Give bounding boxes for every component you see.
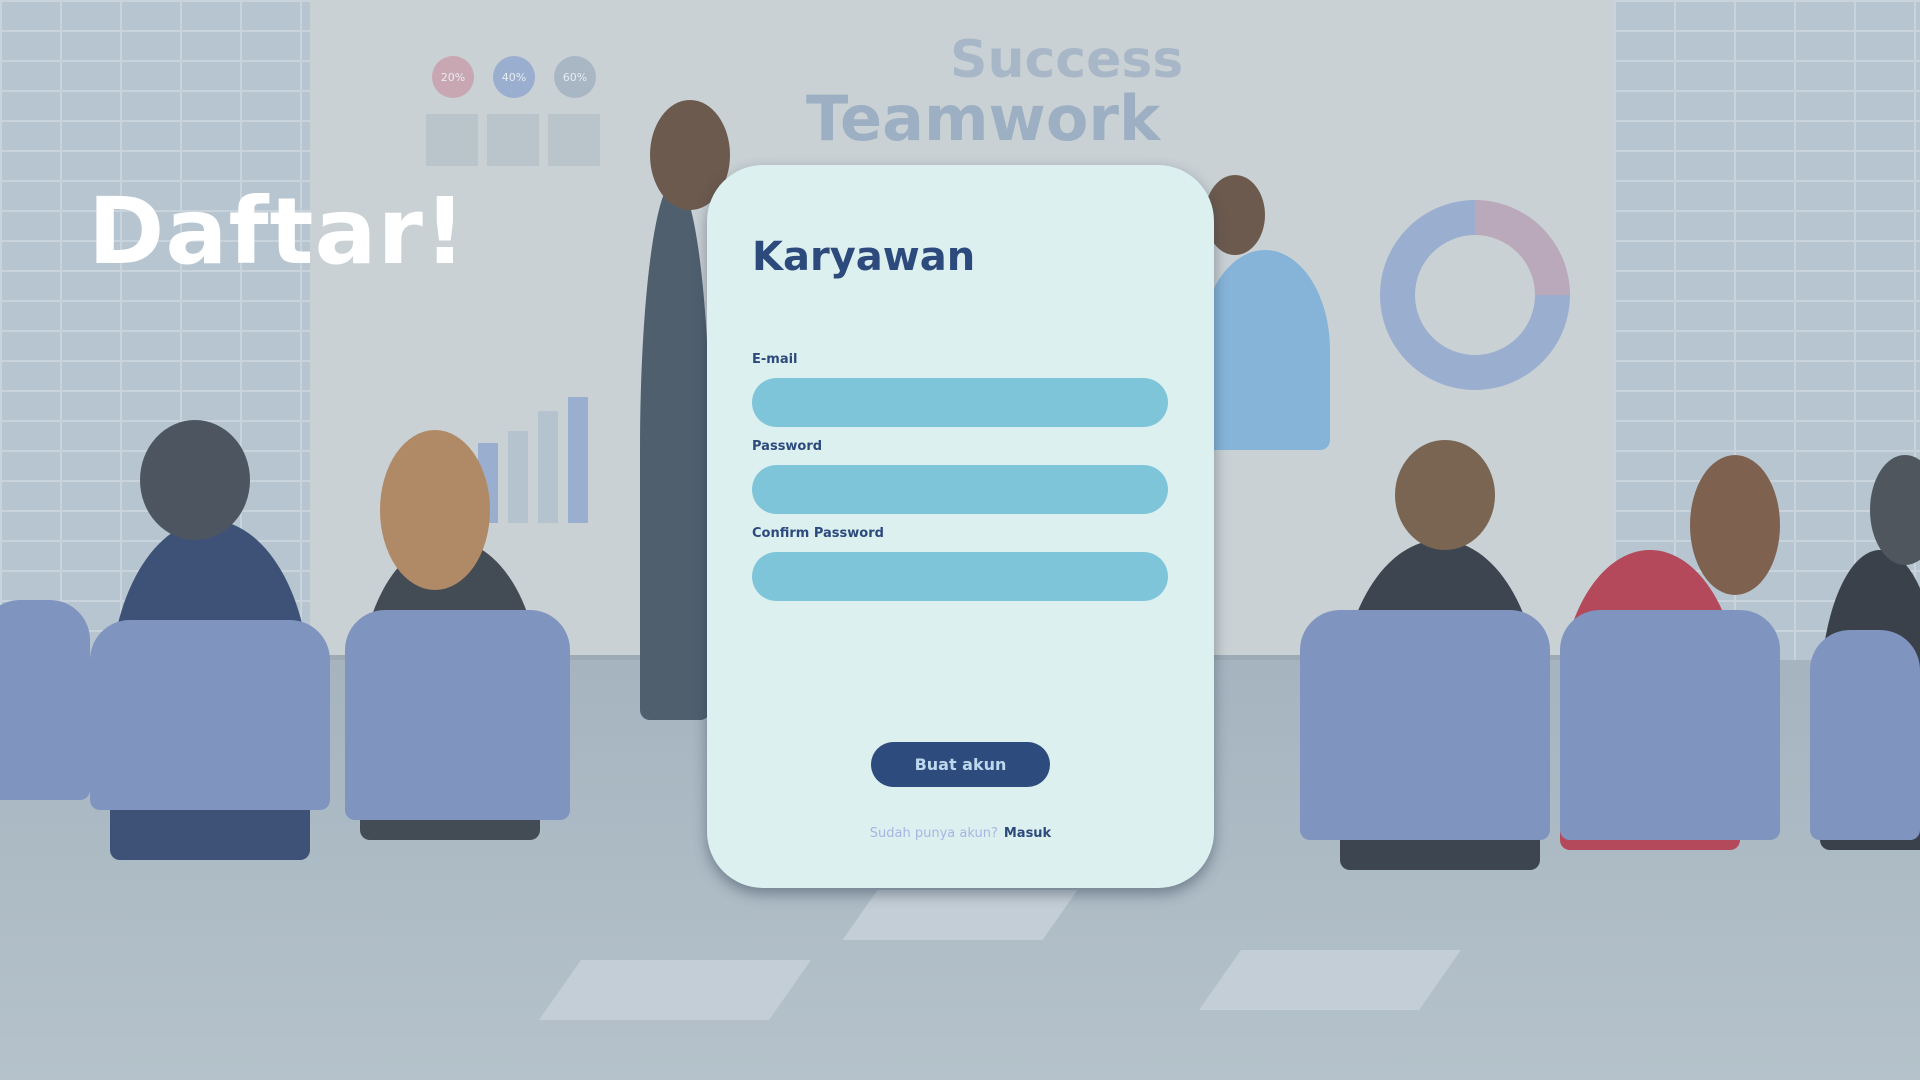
presenter-man-head <box>1205 175 1265 255</box>
page-title: Daftar! <box>88 178 467 285</box>
presenter-woman <box>640 180 710 720</box>
bar-graphic-bar <box>568 397 588 523</box>
password-field[interactable] <box>752 465 1168 514</box>
audience-member-head <box>380 430 490 590</box>
info-block <box>426 114 478 166</box>
login-prompt: Sudah punya akun? Masuk <box>707 826 1214 841</box>
create-account-button[interactable]: Buat akun <box>871 742 1050 787</box>
login-prompt-text: Sudah punya akun? <box>869 826 998 841</box>
percent-bubble: 60% <box>554 56 596 98</box>
chair <box>1300 610 1550 840</box>
audience-member-head <box>1690 455 1780 595</box>
chair <box>1810 630 1920 840</box>
email-label: E-mail <box>752 352 798 367</box>
login-link[interactable]: Masuk <box>1004 826 1051 841</box>
floor-tile <box>538 960 812 1020</box>
register-card: Karyawan E-mail Password Confirm Passwor… <box>707 165 1214 888</box>
chair <box>1560 610 1780 840</box>
confirm-password-field[interactable] <box>752 552 1168 601</box>
bar-graphic-bar <box>508 431 528 523</box>
percent-bubble: 40% <box>493 56 535 98</box>
form-title: Karyawan <box>752 234 976 280</box>
donut-graphic <box>1380 200 1570 390</box>
info-block <box>548 114 600 166</box>
audience-member-head <box>1395 440 1495 550</box>
percent-bubble: 20% <box>432 56 474 98</box>
chair <box>345 610 570 820</box>
presenter-man <box>1200 250 1330 450</box>
screen-word-success: Success <box>950 30 1184 90</box>
bar-graphic <box>478 395 618 523</box>
floor-tile <box>1198 950 1462 1010</box>
info-block <box>487 114 539 166</box>
floor-tile <box>842 890 1078 940</box>
email-field[interactable] <box>752 378 1168 427</box>
bar-graphic-bar <box>538 411 558 523</box>
password-label: Password <box>752 439 823 454</box>
chair <box>0 600 90 800</box>
chair <box>90 620 330 810</box>
screen-word-teamwork: Teamwork <box>806 82 1161 155</box>
audience-member-head <box>140 420 250 540</box>
confirm-password-label: Confirm Password <box>752 526 884 541</box>
